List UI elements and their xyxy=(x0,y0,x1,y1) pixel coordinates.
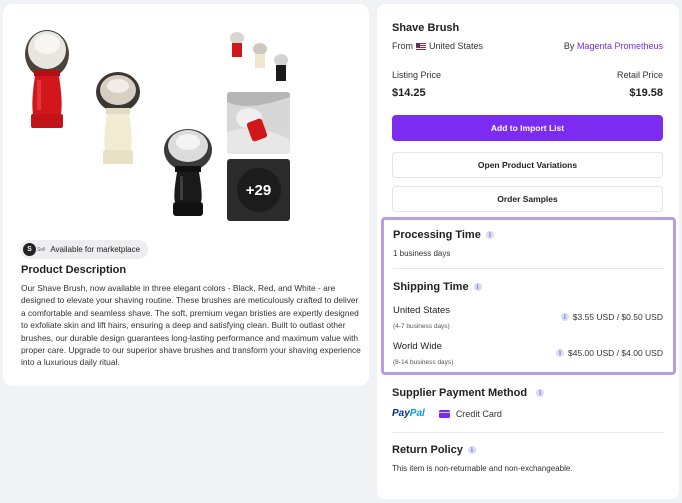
origin-country: United States xyxy=(429,41,484,51)
shipping-time-label: Shipping Time xyxy=(393,281,469,293)
shipping-duration: (8-14 business days) xyxy=(393,359,454,366)
shipping-rate: i $45.00 USD / $4.00 USD xyxy=(556,348,663,358)
divider xyxy=(392,432,663,433)
return-policy-title: Return Policy i xyxy=(392,444,476,456)
info-icon[interactable]: i xyxy=(467,446,476,454)
supplier-info: By Magenta Prometheus xyxy=(564,41,663,51)
origin-info: From United States xyxy=(392,41,483,51)
listing-price-value: $14.25 xyxy=(392,87,426,99)
listing-price-label: Listing Price xyxy=(392,70,442,80)
shipping-rate: i $3.55 USD / $0.50 USD xyxy=(560,312,663,322)
shipping-time-title: Shipping Time i xyxy=(393,281,482,293)
thumbnail-image-2[interactable] xyxy=(227,92,290,154)
product-title: Shave Brush xyxy=(392,22,460,34)
open-product-variations-button[interactable]: Open Product Variations xyxy=(392,152,663,178)
processing-time-label: Processing Time xyxy=(393,229,481,241)
paypal-logo-part-1: Pay xyxy=(392,408,410,419)
more-images-count: +29 xyxy=(236,168,281,212)
payment-methods: PayPal Credit Card xyxy=(392,408,502,419)
info-icon[interactable]: i xyxy=(473,283,482,291)
credit-card-method: Credit Card xyxy=(438,408,502,419)
info-icon[interactable]: i xyxy=(560,313,569,321)
paypal-logo: PayPal xyxy=(392,408,425,419)
supplier-link[interactable]: Magenta Prometheus xyxy=(577,41,663,51)
supplier-payment-method-label: Supplier Payment Method xyxy=(392,387,528,399)
divider xyxy=(393,268,664,269)
more-images-thumbnail[interactable]: +29 xyxy=(227,159,290,221)
credit-card-icon xyxy=(438,409,450,418)
supplier-payment-method-title: Supplier Payment Method i xyxy=(392,387,545,399)
info-icon[interactable]: i xyxy=(485,231,494,239)
processing-time-title: Processing Time i xyxy=(393,229,494,241)
by-label: By xyxy=(563,41,575,51)
from-label: From xyxy=(392,41,413,51)
product-description-text: Our Shave Brush, now available in three … xyxy=(21,283,361,368)
processing-time-value: 1 business days xyxy=(393,249,451,258)
marketplace-badge: S Sell Available for marketplace xyxy=(20,240,149,259)
info-icon[interactable]: i xyxy=(536,389,545,397)
thumbnail-image-1[interactable] xyxy=(227,24,290,86)
marketplace-badge-label: Available for marketplace xyxy=(50,245,141,254)
retail-price-label: Retail Price xyxy=(616,70,663,80)
product-media-card: +29 S Sell Available for marketplace Pro… xyxy=(3,4,369,386)
order-samples-button[interactable]: Order Samples xyxy=(392,186,663,212)
shipping-destination: World Wide xyxy=(393,341,442,352)
add-to-import-list-button[interactable]: Add to Import List xyxy=(392,115,663,141)
product-description-title: Product Description xyxy=(21,264,127,276)
shipping-duration: (4-7 business days) xyxy=(393,323,450,330)
retail-price-value: $19.58 xyxy=(629,87,663,99)
main-product-image[interactable] xyxy=(17,22,217,222)
processing-shipping-panel: Processing Time i 1 business days Shippi… xyxy=(381,217,676,375)
us-flag-icon xyxy=(416,42,426,50)
paypal-logo-part-2: Pal xyxy=(409,408,425,419)
return-policy-label: Return Policy xyxy=(392,444,463,456)
marketplace-logo-icon: S xyxy=(23,243,36,256)
shipping-destination: United States xyxy=(393,305,451,316)
product-details-card: Shave Brush From United States By Magent… xyxy=(377,4,679,499)
marketplace-logo-text: Sell xyxy=(37,246,46,253)
return-policy-text: This item is non-returnable and non-exch… xyxy=(392,464,573,473)
shipping-rate-value: $45.00 USD / $4.00 USD xyxy=(568,348,663,358)
shipping-rate-value: $3.55 USD / $0.50 USD xyxy=(572,312,663,322)
info-icon[interactable]: i xyxy=(556,349,565,357)
credit-card-label: Credit Card xyxy=(455,408,502,419)
